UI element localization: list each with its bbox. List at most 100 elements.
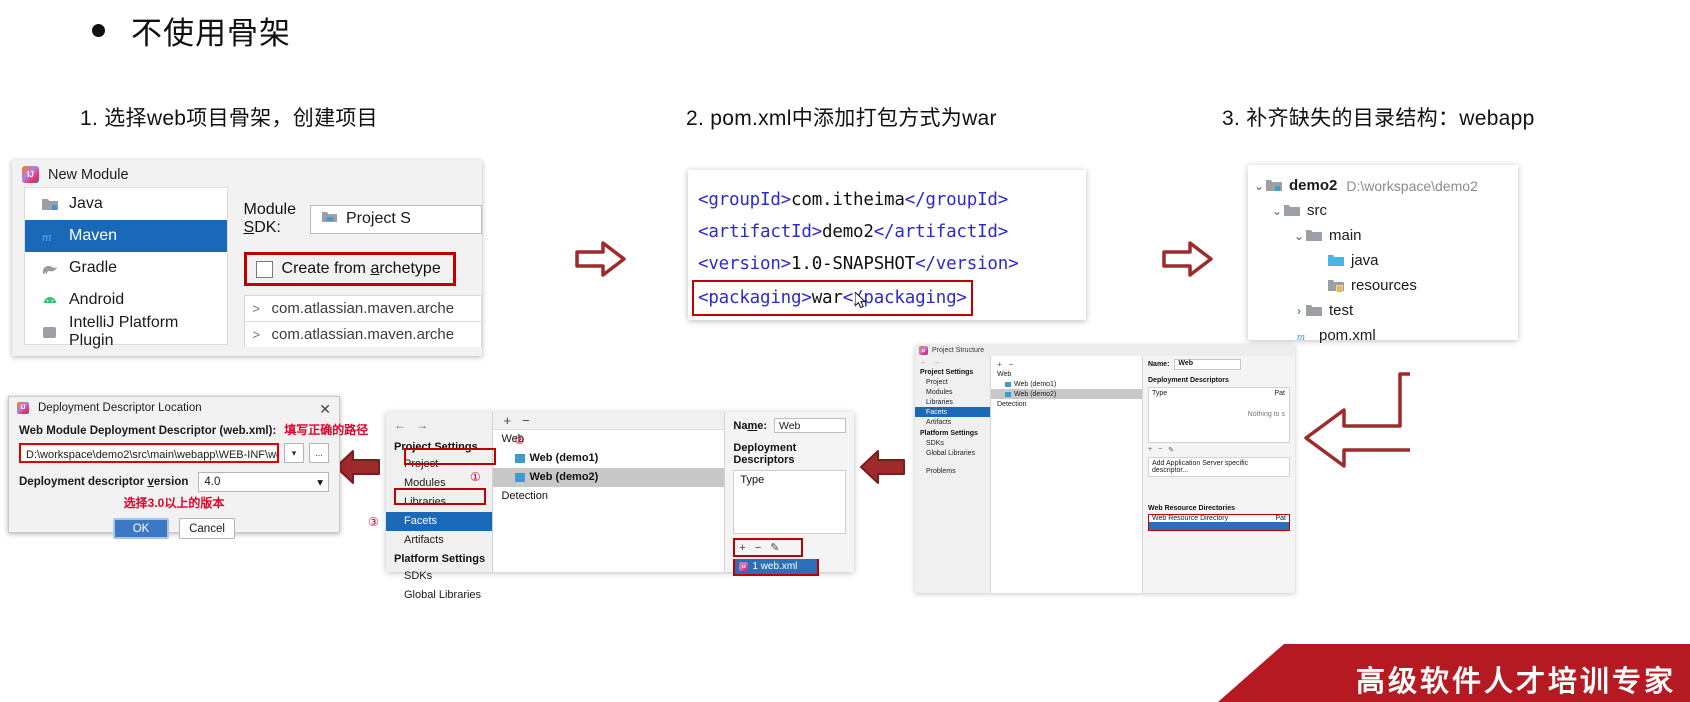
module-type-java[interactable]: Java xyxy=(25,188,227,220)
tree-node-java[interactable]: java xyxy=(1248,248,1518,273)
ps-item-sdks[interactable]: SDKs xyxy=(386,567,492,586)
close-icon[interactable]: ✕ xyxy=(319,401,331,418)
gradle-elephant-icon xyxy=(41,260,59,276)
tree-twisty-expanded-icon[interactable]: ⌄ xyxy=(1252,179,1266,193)
archetype-row[interactable]: > com.atlassian.maven.arche xyxy=(243,321,482,347)
ps-small-remove2-icon[interactable]: − xyxy=(1158,446,1162,454)
ps-item-artifacts[interactable]: Artifacts xyxy=(386,531,492,550)
tree-node-resources[interactable]: resources xyxy=(1248,273,1518,298)
ps-small-item-libraries[interactable]: Libraries xyxy=(915,397,990,407)
new-module-dialog[interactable]: New Module Java m Maven Gradle xyxy=(12,160,482,356)
ps-small-wrd-selected-row[interactable] xyxy=(1149,522,1289,530)
module-type-intellij-plugin[interactable]: IntelliJ Platform Plugin xyxy=(25,314,227,349)
module-sdk-combo[interactable]: Project S xyxy=(310,204,482,234)
ps-facet-web-demo1[interactable]: Web (demo1) xyxy=(493,449,724,468)
xml-open-tag: <groupId> xyxy=(698,190,792,210)
new-module-title: New Module xyxy=(48,166,129,183)
checkbox-box-icon[interactable] xyxy=(255,260,273,278)
ps-webxml-row[interactable]: 1 web.xml xyxy=(733,559,820,576)
deployment-descriptor-dialog[interactable]: Deployment Descriptor Location ✕ Web Mod… xyxy=(8,396,368,539)
project-structure-small-titlebar: Project Structure xyxy=(915,345,1295,356)
marker-two: ② xyxy=(514,433,525,447)
arrow-left-2 xyxy=(858,447,906,487)
create-from-archetype-checkbox[interactable]: Create from archetype xyxy=(243,252,456,286)
module-type-maven[interactable]: m Maven xyxy=(25,220,227,252)
ps-name-field[interactable]: Web xyxy=(774,418,846,433)
ps-small-item-artifacts[interactable]: Artifacts xyxy=(915,417,990,427)
ps-item-global-libraries[interactable]: Global Libraries xyxy=(386,586,492,605)
module-type-gradle[interactable]: Gradle xyxy=(25,252,227,284)
ps-add2-icon[interactable]: + xyxy=(739,542,745,554)
ps-small-item-problems[interactable]: Problems xyxy=(915,466,990,476)
ps-small-item-global-libraries[interactable]: Global Libraries xyxy=(915,448,990,458)
ps-small-sidebar[interactable]: ← → Project Settings Project Modules Lib… xyxy=(915,345,991,593)
ps-small-type-header: Type xyxy=(1152,390,1168,397)
chevron-right-icon[interactable]: > xyxy=(253,327,263,342)
tree-node-test[interactable]: › test xyxy=(1248,298,1518,323)
ps-remove2-icon[interactable]: − xyxy=(755,542,761,554)
ps-small-add2-icon[interactable]: + xyxy=(1148,446,1152,454)
ps-facet-web-demo2-label: Web (demo2) xyxy=(529,471,599,483)
ps-small-web-resource-table: Web Resource Directory Pat xyxy=(1148,514,1290,531)
ps-sidebar[interactable]: ← → Project Settings Project Modules Lib… xyxy=(386,412,494,601)
ps-facet-toolbar[interactable]: + − xyxy=(493,412,725,430)
ps-small-item-modules[interactable]: Modules xyxy=(915,387,990,397)
module-type-list[interactable]: Java m Maven Gradle Android IntelliJ Pla… xyxy=(24,187,228,349)
ps-item-facets[interactable]: Facets xyxy=(386,512,493,531)
ps-descriptor-toolbar[interactable]: + − ✎ xyxy=(733,538,804,557)
project-structure-dialog-small[interactable]: Project Structure ← → Project Settings P… xyxy=(915,345,1295,593)
ps-back-icon[interactable]: ← xyxy=(394,418,406,432)
ps-small-back-icon[interactable]: ← xyxy=(920,359,927,366)
chevron-down-icon[interactable]: ▾ xyxy=(284,443,304,463)
tree-node-label: src xyxy=(1307,202,1327,219)
tree-twisty-expanded-icon[interactable]: ⌄ xyxy=(1270,204,1284,218)
ps-small-edit-icon[interactable]: ✎ xyxy=(1168,446,1174,454)
ps-facet-group-web: Web xyxy=(501,433,524,445)
ps-remove-icon[interactable]: − xyxy=(522,413,530,428)
ps-small-item-project[interactable]: Project xyxy=(915,377,990,387)
ps-small-name-field[interactable]: Web xyxy=(1174,359,1242,370)
deployment-descriptor-titlebar: Deployment Descriptor Location ✕ xyxy=(9,397,339,417)
ps-group-head-platform-settings: Platform Settings xyxy=(394,553,486,565)
tree-node-main[interactable]: ⌄ main xyxy=(1248,223,1518,248)
tree-node-label: main xyxy=(1329,227,1362,244)
tree-node-demo2[interactable]: ⌄ demo2 D:\workspace\demo2 xyxy=(1248,173,1518,198)
maven-pom-icon: m xyxy=(1296,329,1312,343)
ps-group-head-project-settings: Project Settings xyxy=(394,441,478,453)
tree-node-src[interactable]: ⌄ src xyxy=(1248,198,1518,223)
ps-small-remove-icon[interactable]: − xyxy=(1009,360,1014,369)
tree-twisty-collapsed-icon[interactable]: › xyxy=(1292,304,1306,318)
ps-item-libraries[interactable]: Libraries xyxy=(386,493,492,512)
ok-button[interactable]: OK xyxy=(113,518,169,539)
chevron-right-icon[interactable]: > xyxy=(253,301,263,316)
ps-small-table-toolbar[interactable]: + − ✎ xyxy=(1148,446,1290,454)
descriptor-path-input[interactable]: D:\workspace\demo2\src\main\webapp\WEB-I… xyxy=(19,443,279,463)
ps-small-add-app-server-button[interactable]: Add Application Server specific descript… xyxy=(1148,457,1290,477)
cancel-button[interactable]: Cancel xyxy=(179,518,235,539)
ps-forward-icon[interactable]: → xyxy=(416,418,428,432)
ps-small-facet-demo1[interactable]: Web (demo1) xyxy=(991,379,1142,389)
ps-facet-web-demo2[interactable]: Web (demo2) xyxy=(493,468,725,487)
descriptor-version-select[interactable]: 4.0 ▾ xyxy=(198,472,329,492)
ps-facet-list[interactable]: + − Web Web (demo1) Web (demo2) Detectio… xyxy=(404,412,726,572)
module-type-android[interactable]: Android xyxy=(25,284,227,316)
chevron-down-icon[interactable]: ▾ xyxy=(317,475,323,489)
ps-small-facet-list[interactable]: + − Web Web (demo1) Web (demo2) Detectio… xyxy=(991,345,1143,593)
ps-small-forward-icon[interactable]: → xyxy=(933,359,940,366)
ps-small-item-sdks[interactable]: SDKs xyxy=(915,438,990,448)
arrow-left-1 xyxy=(333,447,381,487)
ps-add-icon[interactable]: + xyxy=(503,413,511,428)
archetype-row[interactable]: > com.atlassian.maven.arche xyxy=(243,295,482,321)
archetype-row-label: com.atlassian.maven.arche xyxy=(271,326,455,343)
ps-small-facet-demo2[interactable]: Web (demo2) xyxy=(991,389,1142,399)
sdk-folder-icon xyxy=(321,210,338,229)
xml-line: <artifactId>demo2</artifactId> xyxy=(698,216,1086,248)
ps-edit-icon[interactable]: ✎ xyxy=(770,541,779,554)
footer-banner: 高级软件人才培训专家 xyxy=(1218,644,1690,702)
project-structure-dialog[interactable]: ← → Project Settings Project Modules Lib… xyxy=(368,412,854,601)
tree-twisty-expanded-icon[interactable]: ⌄ xyxy=(1292,229,1306,243)
ps-small-add-icon[interactable]: + xyxy=(997,360,1002,369)
browse-button[interactable]: ... xyxy=(309,443,329,463)
project-tree-panel[interactable]: ⌄ demo2 D:\workspace\demo2 ⌄ src ⌄ main … xyxy=(1248,165,1518,344)
ps-small-item-facets[interactable]: Facets xyxy=(915,407,990,417)
